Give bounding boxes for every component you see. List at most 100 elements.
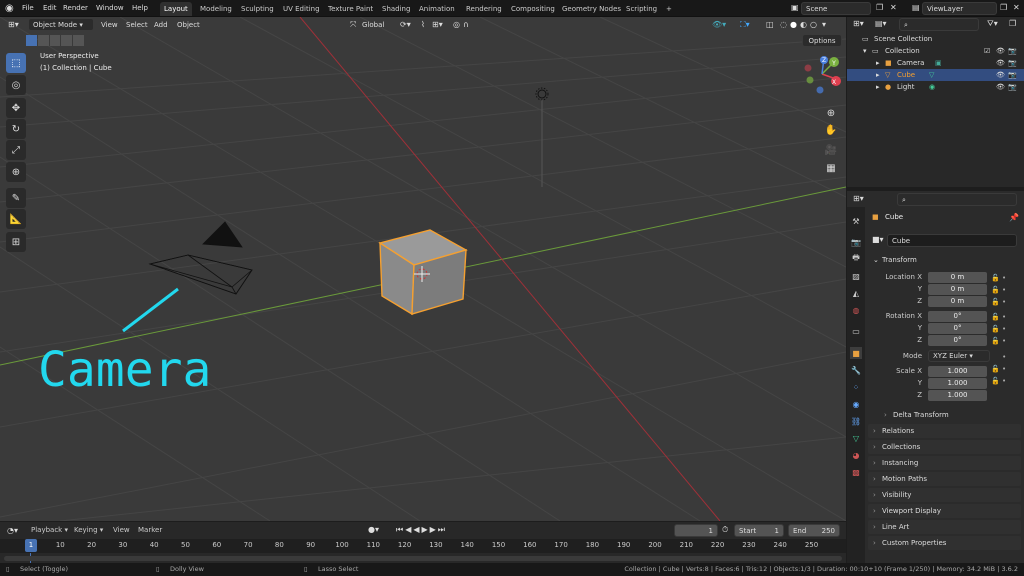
light-data-icon[interactable]: ◉ bbox=[929, 81, 935, 93]
select-new-icon[interactable] bbox=[26, 35, 37, 46]
add-workspace-button[interactable]: + bbox=[662, 2, 676, 16]
menu-view-timeline[interactable]: View bbox=[113, 526, 130, 534]
menu-view[interactable]: View bbox=[101, 19, 118, 31]
add-cube-tool-icon[interactable]: ⊞ bbox=[6, 232, 26, 252]
lock-icon[interactable]: 🔓 • bbox=[991, 272, 1017, 284]
lock-icon[interactable]: 🔓 • bbox=[991, 363, 1017, 375]
pan-view-icon[interactable]: ✋ bbox=[822, 121, 840, 139]
menu-marker[interactable]: Marker bbox=[138, 526, 162, 534]
delete-view-layer-icon[interactable]: ✕ bbox=[1013, 3, 1020, 12]
visibility-eye-icon[interactable]: 👁 bbox=[996, 57, 1005, 69]
collections-panel[interactable]: Collections bbox=[868, 440, 1021, 454]
outliner-row-cube[interactable]: ▸ ▽ Cube ▽ 👁 📷 bbox=[847, 69, 1024, 81]
tab-geometry-nodes[interactable]: Geometry Nodes bbox=[558, 2, 625, 16]
orientation-icon[interactable]: ⤧ bbox=[350, 19, 356, 31]
tab-layout[interactable]: Layout bbox=[160, 2, 192, 16]
instancing-panel[interactable]: Instancing bbox=[868, 456, 1021, 470]
orientation-selector[interactable]: Global bbox=[362, 19, 384, 31]
visibility-eye-icon[interactable]: 👁 bbox=[996, 81, 1005, 93]
motion-paths-panel[interactable]: Motion Paths bbox=[868, 472, 1021, 486]
line-art-panel[interactable]: Line Art bbox=[868, 520, 1021, 534]
data-tab-icon[interactable]: ▽ bbox=[850, 432, 862, 444]
render-camera-icon[interactable]: 📷 bbox=[1008, 81, 1017, 93]
camera-view-icon[interactable]: 🎥 bbox=[822, 141, 840, 159]
outliner-row-light[interactable]: ▸ ● Light ◉ 👁 📷 bbox=[847, 81, 1024, 93]
shading-rendered-icon[interactable]: ○ bbox=[810, 19, 817, 31]
relations-panel[interactable]: Relations bbox=[868, 424, 1021, 438]
location-z-field[interactable]: 0 m bbox=[928, 296, 987, 307]
lock-icon[interactable]: 🔓 • bbox=[991, 284, 1017, 296]
tab-uv-editing[interactable]: UV Editing bbox=[279, 2, 324, 16]
tab-animation[interactable]: Animation bbox=[415, 2, 459, 16]
snap-target-icon[interactable]: ⊞▾ bbox=[432, 19, 443, 31]
visibility-icon[interactable]: 👁▾ bbox=[712, 19, 726, 31]
expand-arrow-icon[interactable]: ▸ bbox=[876, 69, 880, 81]
render-camera-icon[interactable]: 📷 bbox=[1008, 69, 1017, 81]
playback-controls[interactable]: ⏮◀◀▶▶⏭ bbox=[396, 525, 447, 535]
exclude-checkbox[interactable]: ☑ bbox=[984, 45, 990, 57]
tab-sculpting[interactable]: Sculpting bbox=[237, 2, 278, 16]
pin-icon[interactable]: 📌 bbox=[1009, 213, 1019, 222]
menu-render[interactable]: Render bbox=[63, 0, 88, 17]
navigation-gizmo[interactable]: X Y Z bbox=[802, 54, 842, 94]
shading-wire-icon[interactable]: ◌ bbox=[780, 19, 787, 31]
custom-properties-panel[interactable]: Custom Properties bbox=[868, 536, 1021, 550]
tab-shading[interactable]: Shading bbox=[378, 2, 414, 16]
menu-window[interactable]: Window bbox=[96, 0, 124, 17]
light-object[interactable] bbox=[535, 87, 549, 187]
visibility-eye-icon[interactable]: 👁 bbox=[996, 45, 1005, 57]
constraints-tab-icon[interactable]: ⛓ bbox=[850, 415, 862, 427]
visibility-panel[interactable]: Visibility bbox=[868, 488, 1021, 502]
shading-solid-icon[interactable]: ● bbox=[790, 19, 797, 31]
render-camera-icon[interactable]: 📷 bbox=[1008, 45, 1017, 57]
shading-material-icon[interactable]: ◐ bbox=[800, 19, 807, 31]
annotate-tool-icon[interactable]: ✎ bbox=[6, 188, 26, 208]
snap-icon[interactable]: ⌇ bbox=[421, 19, 425, 31]
select-extend-icon[interactable] bbox=[37, 35, 49, 46]
rotation-x-field[interactable]: 0° bbox=[928, 311, 987, 322]
properties-search-input[interactable]: ⌕ bbox=[897, 193, 1017, 206]
menu-help[interactable]: Help bbox=[132, 0, 148, 17]
object-name-field[interactable]: Cube bbox=[887, 234, 1017, 247]
tab-texture-paint[interactable]: Texture Paint bbox=[324, 2, 377, 16]
rotation-mode-select[interactable]: XYZ Euler ▾ bbox=[928, 350, 990, 362]
texture-tab-icon[interactable]: ▩ bbox=[850, 466, 862, 478]
scale-tool-icon[interactable]: ⤢ bbox=[6, 140, 26, 160]
delta-transform-panel[interactable]: Delta Transform bbox=[879, 408, 1019, 422]
transform-tool-icon[interactable]: ⊕ bbox=[6, 162, 26, 182]
lock-icon[interactable]: 🔓 • bbox=[991, 375, 1017, 387]
lock-icon[interactable]: 🔓 • bbox=[991, 311, 1017, 323]
keyframe-dot-icon[interactable]: • bbox=[991, 351, 1017, 363]
current-frame-field[interactable]: 1 bbox=[674, 524, 718, 537]
falloff-icon[interactable]: ∩ bbox=[463, 19, 469, 31]
material-tab-icon[interactable]: ◕ bbox=[850, 449, 862, 461]
lock-icon[interactable]: 🔓 • bbox=[991, 335, 1017, 347]
options-button[interactable]: Options bbox=[802, 34, 842, 47]
ortho-toggle-icon[interactable]: ▦ bbox=[822, 159, 840, 177]
proportional-edit-icon[interactable]: ◎ bbox=[453, 19, 460, 31]
editor-type-icon[interactable]: ⊞▾ bbox=[8, 19, 19, 31]
expand-arrow-icon[interactable]: ▾ bbox=[863, 45, 867, 57]
shading-options-icon[interactable]: ▾ bbox=[822, 19, 826, 31]
3d-viewport[interactable]: Camera ⊞▾ Object Mode ▾ View Select Add … bbox=[0, 17, 846, 521]
start-frame-field[interactable]: Start 1 bbox=[734, 524, 784, 537]
render-tab-icon[interactable]: 📷 bbox=[850, 236, 862, 248]
outliner-search-input[interactable]: ⌕ bbox=[899, 18, 979, 31]
outliner-editor-type-icon[interactable]: ⊞▾ bbox=[853, 19, 864, 28]
select-invert-icon[interactable] bbox=[61, 35, 73, 46]
menu-edit[interactable]: Edit bbox=[43, 0, 57, 17]
timeline-editor-type-icon[interactable]: ◔▾ bbox=[7, 526, 18, 535]
expand-arrow-icon[interactable]: ▸ bbox=[876, 57, 880, 69]
menu-playback[interactable]: Playback ▾ bbox=[31, 526, 68, 534]
select-subtract-icon[interactable] bbox=[49, 35, 61, 46]
rotation-y-field[interactable]: 0° bbox=[928, 323, 987, 334]
outliner-row-collection[interactable]: ▾ ▭ Collection ☑ 👁 📷 bbox=[847, 45, 1024, 57]
record-icon[interactable]: ●▾ bbox=[368, 525, 379, 534]
location-y-field[interactable]: 0 m bbox=[928, 284, 987, 295]
select-box-tool-icon[interactable]: ⬚ bbox=[6, 53, 26, 73]
camera-data-icon[interactable]: ▣ bbox=[935, 57, 942, 69]
scale-z-field[interactable]: 1.000 bbox=[928, 390, 987, 401]
rotation-z-field[interactable]: 0° bbox=[928, 335, 987, 346]
tab-compositing[interactable]: Compositing bbox=[507, 2, 559, 16]
timeline-scrollbar[interactable] bbox=[4, 556, 842, 561]
